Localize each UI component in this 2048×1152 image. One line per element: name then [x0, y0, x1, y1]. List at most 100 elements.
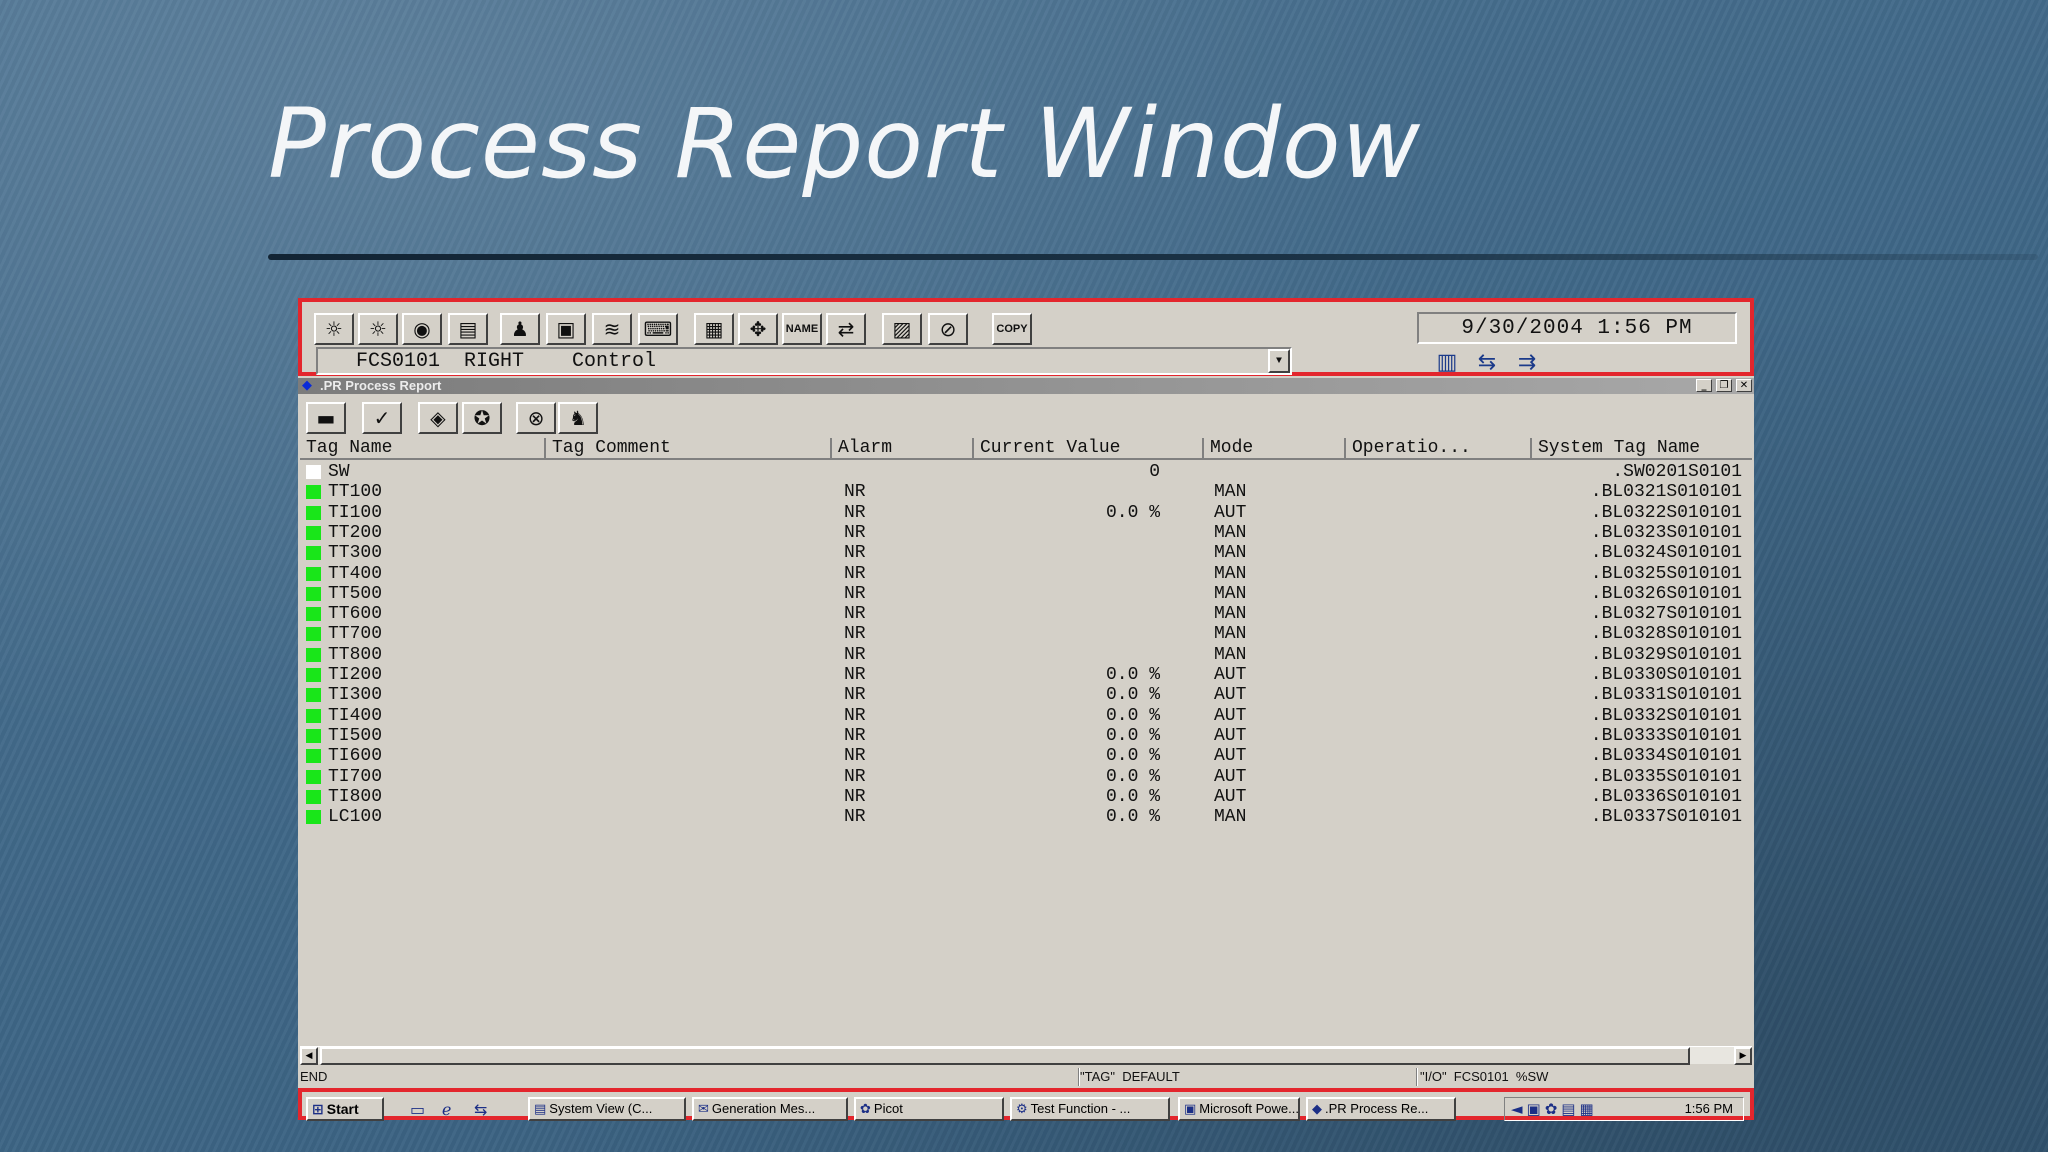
status-square-icon — [306, 749, 321, 764]
task-app-icon: ✿ — [860, 1102, 871, 1117]
station-status-icon[interactable]: ⇉ — [1510, 348, 1544, 376]
cell-tag-name: LC100 — [328, 807, 383, 828]
table-row[interactable]: TI600 NR 0.0 % AUT .BL0334S010101 — [300, 746, 1752, 766]
tool-box-icon[interactable]: ▣ — [546, 313, 586, 345]
task-app-icon: ◆ — [1312, 1102, 1322, 1117]
restore-button[interactable]: ❐ — [1716, 379, 1732, 392]
window-name-dropdown[interactable]: FCS0101 RIGHT Control ▼ — [316, 347, 1292, 375]
keyboard-icon[interactable]: ⌨ — [638, 313, 678, 345]
circulate-icon[interactable]: ⇄ — [826, 313, 866, 345]
column-header-mode[interactable]: Mode — [1204, 438, 1346, 460]
scroll-thumb[interactable] — [320, 1047, 1690, 1065]
refresh-status-icon[interactable]: ⇆ — [1470, 348, 1504, 376]
status-square-icon — [306, 668, 321, 682]
cell-system-tag-name: .BL0336S010101 — [1590, 786, 1742, 807]
process-alarm-icon[interactable]: ☼ — [314, 313, 354, 345]
table-row[interactable]: TT300 NR MAN .BL0324S010101 — [300, 543, 1752, 563]
system-tray: ◄▣✿▤▦ 1:56 PM — [1504, 1097, 1744, 1121]
cell-alarm: NR — [844, 786, 866, 807]
navigator-icon[interactable]: ✥ — [738, 313, 778, 345]
operator-guide-icon[interactable]: ◉ — [402, 313, 442, 345]
table-row[interactable]: LC100 NR 0.0 % MAN .BL0337S010101 — [300, 807, 1752, 827]
start-button[interactable]: ⊞ Start — [306, 1097, 384, 1121]
minimize-button[interactable]: _ — [1696, 379, 1712, 392]
cell-mode: MAN — [1214, 522, 1247, 543]
task-app-icon: ⚙ — [1016, 1102, 1028, 1117]
copy-label[interactable]: COPY — [992, 313, 1032, 345]
taskbar-task[interactable]: ▤ System View (C... — [528, 1097, 686, 1121]
table-row[interactable]: TI500 NR 0.0 % AUT .BL0333S010101 — [300, 726, 1752, 746]
taskbar-task[interactable]: ◆ .PR Process Re... — [1306, 1097, 1456, 1121]
taskbar-task[interactable]: ✿ Picot — [854, 1097, 1004, 1121]
cell-current-value: 0 — [1149, 462, 1160, 482]
table-row[interactable]: TT700 NR MAN .BL0328S010101 — [300, 624, 1752, 644]
cell-tag-name: TI800 — [328, 786, 383, 807]
cell-alarm: NR — [844, 543, 866, 564]
preset-menu-icon[interactable]: ▦ — [694, 313, 734, 345]
system-alarm-icon[interactable]: ☼ — [358, 313, 398, 345]
table-row[interactable]: TT600 NR MAN .BL0327S010101 — [300, 604, 1752, 624]
scroll-left-icon[interactable]: ◀ — [300, 1047, 318, 1065]
task-label: Microsoft Powe... — [1199, 1101, 1299, 1116]
trend-icon[interactable]: ≋ — [592, 313, 632, 345]
cell-tag-name: TT400 — [328, 563, 383, 584]
scroll-right-icon[interactable]: ▶ — [1734, 1047, 1752, 1065]
tag-search-icon[interactable]: ✪ — [462, 402, 502, 434]
buzzer-reset-icon[interactable]: ⊘ — [928, 313, 968, 345]
table-row[interactable]: TT100 NR MAN .BL0321S010101 — [300, 482, 1752, 502]
cell-current-value: 0.0 % — [1105, 786, 1160, 807]
column-header-tag-comment[interactable]: Tag Comment — [546, 438, 832, 460]
table-row[interactable]: TI100 NR 0.0 % AUT .BL0322S010101 — [300, 503, 1752, 523]
io-icon[interactable]: ⊗ — [516, 402, 556, 434]
status-square-icon — [306, 586, 321, 601]
cell-alarm: NR — [844, 725, 866, 746]
system-message-bar: ☼ ☼ ◉ ▤ ♟ ▣ ≋ ⌨ ▦ ✥ NAME ⇄ ▨ ⊘ COPY 9/30/2004 1:56 PM … — [298, 298, 1754, 376]
browser-icon[interactable]: ℯ — [442, 1100, 451, 1119]
table-row[interactable]: TT500 NR MAN .BL0326S010101 — [300, 584, 1752, 604]
network-status-icon[interactable]: ▥ — [1430, 348, 1464, 376]
table-row[interactable]: SW 0 .SW0201S0101 — [300, 462, 1752, 482]
cell-alarm: NR — [844, 705, 866, 726]
table-row[interactable]: TI300 NR 0.0 % AUT .BL0331S010101 — [300, 685, 1752, 705]
print-icon[interactable]: ▬ — [306, 402, 346, 434]
check-icon[interactable]: ✓ — [362, 402, 402, 434]
tray-icons[interactable]: ◄▣✿▤▦ — [1511, 1100, 1598, 1118]
desktop-icon[interactable]: ▭ — [410, 1100, 425, 1119]
report-window-titlebar[interactable]: ◆ .PR Process Report _ ❐ ✕ — [298, 378, 1754, 394]
table-row[interactable]: TT800 NR MAN .BL0329S010101 — [300, 645, 1752, 665]
windows-logo-icon: ⊞ — [312, 1102, 324, 1118]
column-header-system-tag-name[interactable]: System Tag Name — [1532, 438, 1752, 460]
table-row[interactable]: TT200 NR MAN .BL0323S010101 — [300, 523, 1752, 543]
table-row[interactable]: TI800 NR 0.0 % AUT .BL0336S010101 — [300, 787, 1752, 807]
taskbar-task[interactable]: ⚙ Test Function - ... — [1010, 1097, 1170, 1121]
status-square-icon — [306, 789, 321, 804]
tag-icon[interactable]: ◈ — [418, 402, 458, 434]
column-header-alarm[interactable]: Alarm — [832, 438, 974, 460]
column-header-current-value[interactable]: Current Value — [974, 438, 1204, 460]
cell-system-tag-name: .BL0323S010101 — [1590, 522, 1742, 543]
status-square-icon — [306, 607, 321, 622]
cell-current-value: 0.0 % — [1105, 746, 1160, 767]
message-monitor-icon[interactable]: ▤ — [448, 313, 488, 345]
column-header-tag-name[interactable]: Tag Name — [300, 438, 546, 460]
search-icon[interactable]: ♞ — [558, 402, 598, 434]
taskbar-task[interactable]: ▣ Microsoft Powe... — [1178, 1097, 1300, 1121]
table-row[interactable]: TI200 NR 0.0 % AUT .BL0330S010101 — [300, 665, 1752, 685]
taskbar-task[interactable]: ✉ Generation Mes... — [692, 1097, 848, 1121]
table-row[interactable]: TI400 NR 0.0 % AUT .BL0332S010101 — [300, 706, 1752, 726]
close-button[interactable]: ✕ — [1736, 379, 1752, 392]
cell-mode: MAN — [1214, 644, 1247, 665]
table-row[interactable]: TI700 NR 0.0 % AUT .BL0335S010101 — [300, 767, 1752, 787]
column-header-operation[interactable]: Operatio... — [1346, 438, 1532, 460]
cell-system-tag-name: .BL0325S010101 — [1590, 563, 1742, 584]
clear-screen-icon[interactable]: ▨ — [882, 313, 922, 345]
table-row[interactable]: TT400 NR MAN .BL0325S010101 — [300, 564, 1752, 584]
operator-icon[interactable]: ♟ — [500, 313, 540, 345]
chevron-down-icon[interactable]: ▼ — [1268, 349, 1290, 373]
name-input-label[interactable]: NAME — [782, 313, 822, 345]
cell-mode: AUT — [1214, 502, 1247, 523]
channel-icon[interactable]: ⇆ — [474, 1100, 487, 1119]
horizontal-scrollbar[interactable]: ◀ ▶ — [300, 1046, 1752, 1065]
cell-tag-name: TI700 — [328, 766, 383, 787]
cell-tag-name: TI600 — [328, 746, 383, 767]
